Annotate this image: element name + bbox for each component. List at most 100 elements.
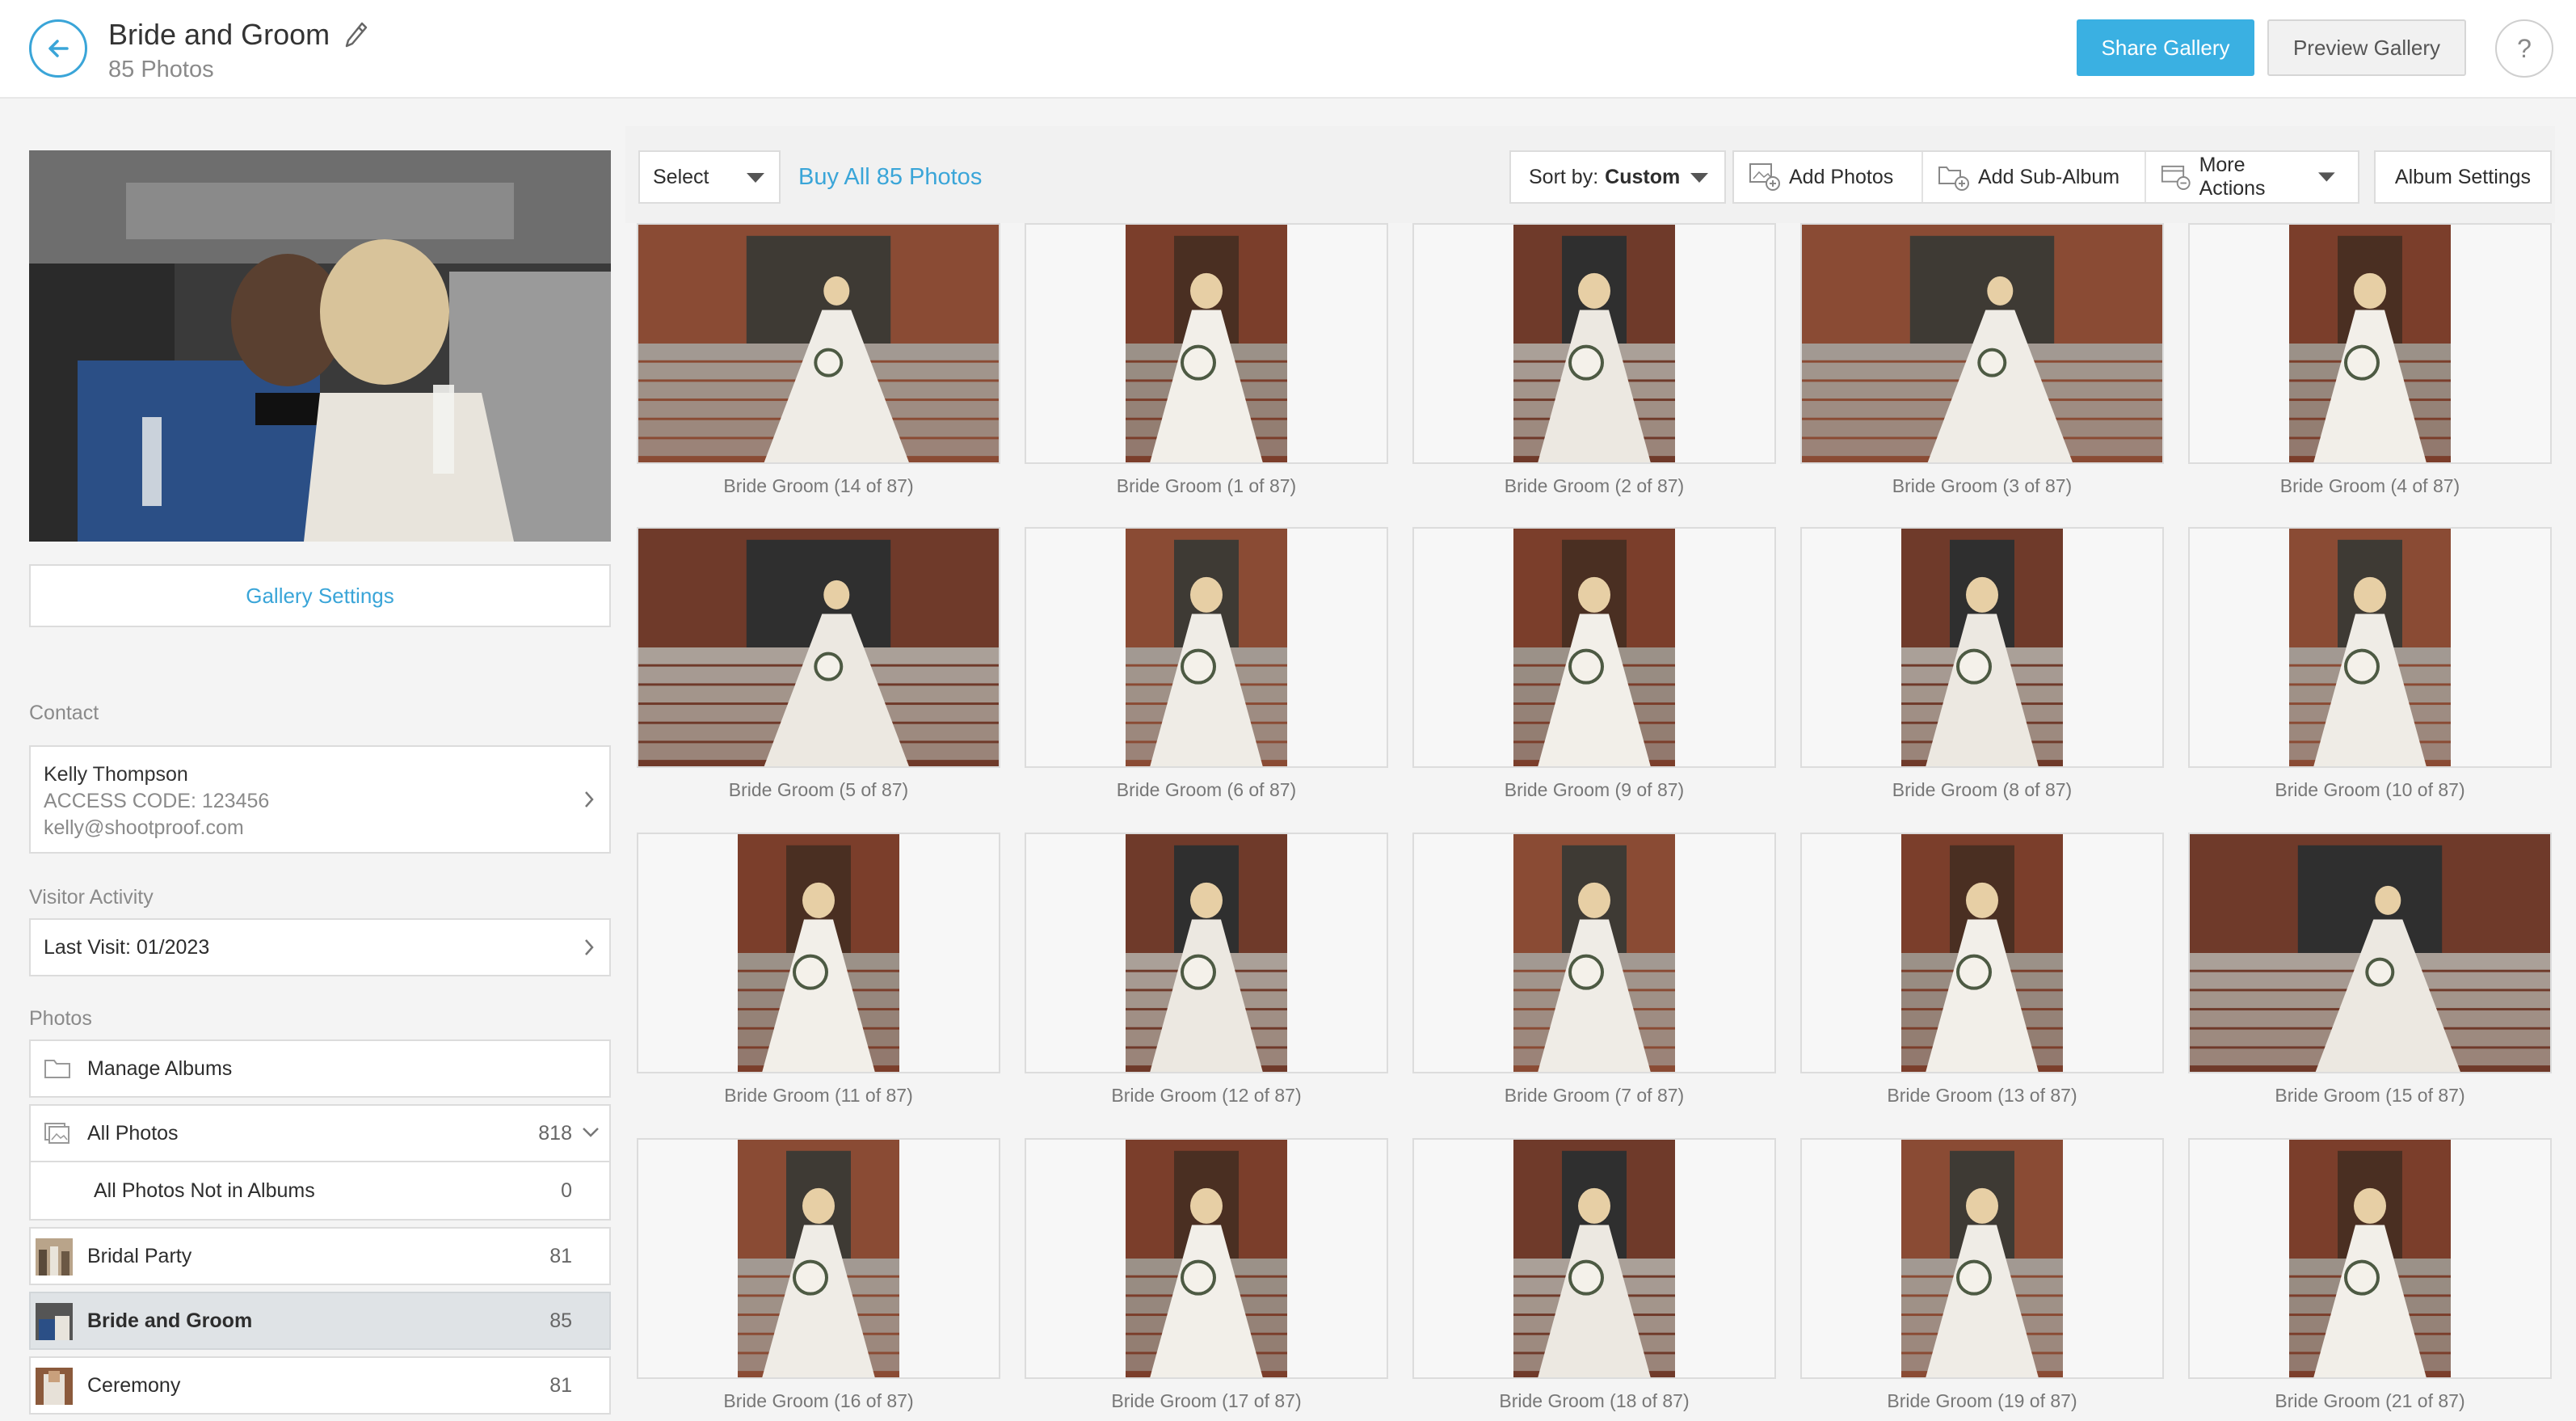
- photo-tile[interactable]: [637, 527, 1000, 768]
- photo-caption: Bride Groom (18 of 87): [1499, 1390, 1690, 1411]
- photo-image: [1901, 529, 2063, 766]
- not-in-albums-label: All Photos Not in Albums: [94, 1179, 315, 1202]
- share-gallery-button[interactable]: Share Gallery: [2077, 19, 2254, 76]
- photo-image: [1126, 225, 1287, 462]
- photo-image: [1126, 1140, 1287, 1377]
- photo-image: [638, 225, 999, 462]
- photo-tile[interactable]: [2188, 527, 2552, 768]
- add-photos-button[interactable]: Add Photos: [1734, 152, 1923, 202]
- album-count: 81: [549, 1244, 572, 1267]
- photo-image: [2289, 1140, 2451, 1377]
- photo-image: [2289, 529, 2451, 766]
- album-toolbar: Select Buy All 85 Photos Sort by: Custom…: [625, 126, 2555, 223]
- album-actions-group: Add Photos Add Sub-Album More Actions: [1732, 150, 2359, 204]
- photo-tile[interactable]: [1025, 527, 1388, 768]
- photo-caption: Bride Groom (16 of 87): [723, 1390, 914, 1411]
- album-row-bridal-party[interactable]: Bridal Party 81: [29, 1227, 611, 1285]
- photo-tile[interactable]: [2188, 223, 2552, 464]
- cover-photo-image: [29, 150, 611, 542]
- contact-name: Kelly Thompson: [44, 763, 188, 786]
- photo-tile[interactable]: [2188, 833, 2552, 1073]
- photos-section-label: Photos: [29, 1007, 92, 1030]
- buy-all-photos-link[interactable]: Buy All 85 Photos: [798, 150, 982, 204]
- photo-caption: Bride Groom (12 of 87): [1111, 1085, 1302, 1106]
- select-dropdown[interactable]: Select: [638, 150, 781, 204]
- photo-image: [1126, 834, 1287, 1072]
- all-photos-row[interactable]: All Photos 818: [29, 1104, 611, 1162]
- album-thumbnail: [36, 1238, 73, 1276]
- photo-image: [1901, 1140, 2063, 1377]
- preview-gallery-button[interactable]: Preview Gallery: [2267, 19, 2466, 76]
- album-count: 85: [549, 1309, 572, 1332]
- photo-tile[interactable]: [1412, 527, 1776, 768]
- arrow-left-icon: [48, 40, 69, 57]
- photo-caption: Bride Groom (15 of 87): [2275, 1085, 2465, 1106]
- contact-email: kelly@shootproof.com: [44, 816, 244, 839]
- photo-tile[interactable]: [1800, 527, 2164, 768]
- photo-tile[interactable]: [637, 223, 1000, 464]
- pencil-icon[interactable]: [344, 21, 368, 48]
- photo-image: [1901, 834, 2063, 1072]
- photo-image: [1513, 529, 1675, 766]
- sidebar: Gallery Settings: [29, 150, 611, 627]
- photo-tile[interactable]: [1800, 1138, 2164, 1379]
- album-label: Ceremony: [87, 1373, 181, 1397]
- not-in-albums-count: 0: [561, 1179, 572, 1202]
- photo-caption: Bride Groom (11 of 87): [724, 1085, 913, 1106]
- photo-image: [1802, 225, 2162, 462]
- photo-caption: Bride Groom (8 of 87): [1892, 779, 2073, 800]
- chevron-down-icon[interactable]: [582, 1127, 600, 1138]
- photo-tile[interactable]: [1412, 223, 1776, 464]
- photo-caption: Bride Groom (2 of 87): [1504, 475, 1685, 496]
- page-title: Bride and Groom: [108, 18, 330, 51]
- cover-photo[interactable]: [29, 150, 611, 542]
- add-album-icon: [1938, 167, 1969, 191]
- photo-tile[interactable]: [1412, 833, 1776, 1073]
- sort-dropdown[interactable]: Sort by: Custom: [1509, 150, 1726, 204]
- photo-tile[interactable]: [1800, 833, 2164, 1073]
- photo-caption: Bride Groom (9 of 87): [1504, 779, 1685, 800]
- photo-tile[interactable]: [1800, 223, 2164, 464]
- add-sub-album-button[interactable]: Add Sub-Album: [1923, 152, 2146, 202]
- photo-caption: Bride Groom (6 of 87): [1116, 779, 1297, 800]
- album-label: Bride and Groom: [87, 1309, 253, 1332]
- photo-caption: Bride Groom (7 of 87): [1504, 1085, 1685, 1106]
- contact-section-label: Contact: [29, 702, 99, 724]
- back-button[interactable]: [29, 19, 87, 78]
- photo-caption: Bride Groom (19 of 87): [1887, 1390, 2077, 1411]
- caret-down-icon: [1690, 173, 1708, 183]
- photo-caption: Bride Groom (5 of 87): [728, 779, 909, 800]
- last-visit-row[interactable]: Last Visit: 01/2023: [29, 918, 611, 976]
- photo-tile[interactable]: [1025, 223, 1388, 464]
- contact-access-code: ACCESS CODE: 123456: [44, 790, 270, 812]
- photo-image: [638, 529, 999, 766]
- more-actions-icon: [2161, 165, 2191, 190]
- chevron-right-icon: [585, 791, 594, 807]
- photo-tile[interactable]: [1025, 833, 1388, 1073]
- not-in-albums-row[interactable]: All Photos Not in Albums 0: [29, 1162, 611, 1221]
- album-row-bride-and-groom[interactable]: Bride and Groom 85: [29, 1292, 611, 1350]
- photo-tile[interactable]: [637, 1138, 1000, 1379]
- caret-down-icon: [747, 173, 764, 183]
- photo-caption: Bride Groom (17 of 87): [1111, 1390, 1302, 1411]
- photo-tile[interactable]: [1025, 1138, 1388, 1379]
- visitor-activity-label: Visitor Activity: [29, 886, 154, 909]
- help-button[interactable]: ?: [2495, 19, 2553, 78]
- photo-tile[interactable]: [1412, 1138, 1776, 1379]
- contact-card[interactable]: Kelly Thompson ACCESS CODE: 123456 kelly…: [29, 745, 611, 854]
- album-settings-button[interactable]: Album Settings: [2374, 150, 2552, 204]
- photo-image: [1513, 225, 1675, 462]
- photo-caption: Bride Groom (14 of 87): [723, 475, 914, 496]
- gallery-settings-button[interactable]: Gallery Settings: [29, 564, 611, 627]
- album-row-ceremony[interactable]: Ceremony 81: [29, 1356, 611, 1415]
- photo-image: [2289, 225, 2451, 462]
- more-actions-dropdown[interactable]: More Actions: [2146, 152, 2358, 202]
- last-visit-text: Last Visit: 01/2023: [44, 935, 210, 959]
- photo-count: 85 Photos: [108, 57, 214, 82]
- manage-albums-row[interactable]: Manage Albums: [29, 1039, 611, 1098]
- photo-tile[interactable]: [637, 833, 1000, 1073]
- photo-image: [1126, 529, 1287, 766]
- photo-caption: Bride Groom (4 of 87): [2279, 475, 2460, 496]
- manage-albums-label: Manage Albums: [87, 1056, 233, 1080]
- photo-tile[interactable]: [2188, 1138, 2552, 1379]
